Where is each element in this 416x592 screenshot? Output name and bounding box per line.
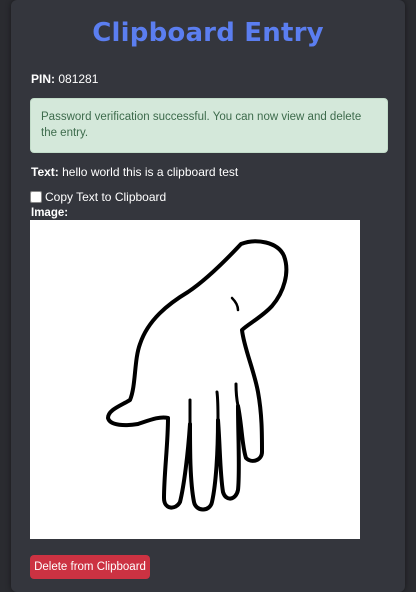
success-alert-message: Password verification successful. You ca… <box>41 111 362 139</box>
hand-illustration <box>106 239 289 512</box>
success-alert: Password verification successful. You ca… <box>30 98 388 153</box>
page-title: Clipboard Entry <box>92 18 324 48</box>
copy-text-label: Copy Text to Clipboard <box>45 190 167 204</box>
pin-row: PIN: 081281 <box>31 72 98 86</box>
pin-label: PIN: <box>31 72 55 86</box>
pin-value: 081281 <box>58 72 99 86</box>
copy-text-option[interactable]: Copy Text to Clipboard <box>30 190 166 204</box>
text-value: hello world this is a clipboard test <box>62 165 239 179</box>
copy-text-checkbox[interactable] <box>30 191 42 203</box>
delete-from-clipboard-button[interactable]: Delete from Clipboard <box>30 555 150 579</box>
entry-image <box>30 220 360 539</box>
text-label: Text: <box>31 165 59 179</box>
clipboard-entry-card: Clipboard Entry PIN: 081281 Password ver… <box>11 0 405 592</box>
text-row: Text: hello world this is a clipboard te… <box>31 165 238 179</box>
image-label: Image: <box>31 207 69 219</box>
